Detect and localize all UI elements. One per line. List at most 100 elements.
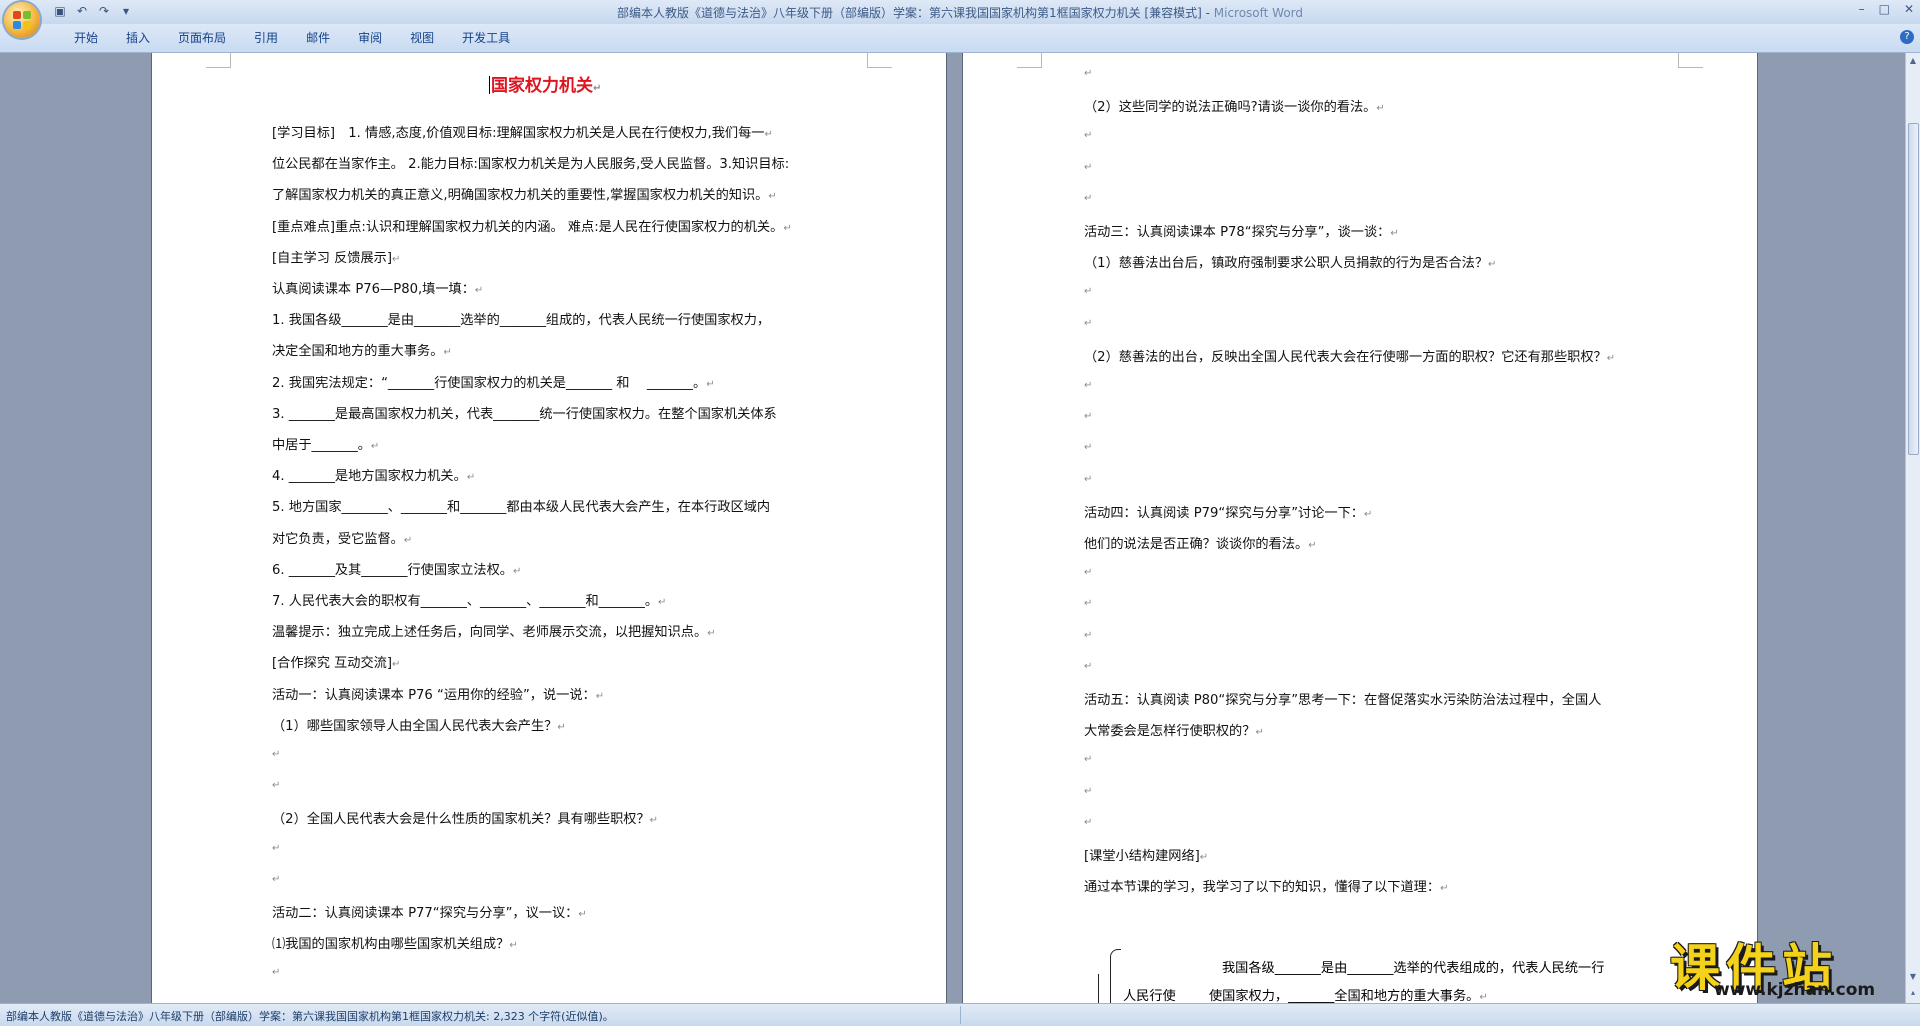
line-text: 温馨提示：独立完成上述任务后，向同学、老师展示交流，以把握知识点。 bbox=[272, 625, 708, 641]
close-icon[interactable]: ✕ bbox=[1904, 2, 1914, 16]
text-line: ↵ bbox=[1084, 658, 1092, 673]
paragraph-mark: ↵ bbox=[272, 873, 281, 885]
scroll-down-icon[interactable]: ▼ bbox=[1907, 971, 1919, 983]
paragraph-mark: ↵ bbox=[595, 690, 605, 702]
text-line: ↵ bbox=[1084, 315, 1092, 330]
document-workspace: 国家权力机关↵ [学习目标] 1. 情感,态度,价值观目标:理解国家权力机关是人… bbox=[0, 53, 1906, 1003]
text-line: ↵ bbox=[1084, 127, 1092, 142]
tab-3[interactable]: 引用 bbox=[240, 30, 292, 46]
line-text: 活动三：认真阅读课本 P78“探究与分享”，谈一谈： bbox=[1084, 225, 1391, 240]
text-line: ↵ bbox=[1084, 595, 1092, 610]
text-line: ↵ bbox=[1084, 159, 1092, 174]
line-text: 6. _______及其_______行使国家立法权。 bbox=[272, 562, 513, 578]
tab-0[interactable]: 开始 bbox=[60, 30, 112, 46]
paragraph-mark: ↵ bbox=[512, 565, 522, 577]
text-line: [重点难点]重点:认识和理解国家权力机关的内涵。 难点:是人民在行使国家权力的机… bbox=[272, 216, 792, 235]
text-line: ↵ bbox=[272, 746, 280, 761]
paragraph-mark: ↵ bbox=[1084, 286, 1093, 298]
line-text: 活动二：认真阅读课本 P77“探究与分享”，议一议： bbox=[272, 906, 579, 921]
tab-7[interactable]: 开发工具 bbox=[448, 30, 524, 46]
line-text: 了解国家权力机关的真正意义,明确国家权力机关的重要性,掌握国家权力机关的知识。 bbox=[272, 188, 769, 204]
line-text: 位公民都在当家作主。 2.能力目标:国家权力机关是为人民服务,受人民监督。3.知… bbox=[272, 157, 790, 173]
paragraph-mark: ↵ bbox=[1084, 629, 1093, 641]
watermark-logo: 课件站 www.kjzhan.com bbox=[1660, 928, 1900, 1002]
text-line: ↵ bbox=[1084, 783, 1092, 798]
text-line: 位公民都在当家作主。 2.能力目标:国家权力机关是为人民服务,受人民监督。3.知… bbox=[272, 153, 789, 172]
text-line: 他们的说法是否正确？谈谈你的看法。↵ bbox=[1084, 533, 1317, 552]
text-line: 活动一：认真阅读课本 P76 “运用你的经验”，说一说：↵ bbox=[272, 684, 604, 703]
line-text: 4. _______是地方国家权力机关。 bbox=[272, 469, 467, 485]
tab-1[interactable]: 插入 bbox=[112, 30, 164, 46]
line-text: ⑴我国的国家机构由哪些国家机关组成？ bbox=[272, 937, 510, 953]
scroll-thumb[interactable] bbox=[1908, 123, 1919, 455]
text-line: 活动五：认真阅读 P80“探究与分享”思考一下：在督促落实水污染防治法过程中，全… bbox=[1084, 689, 1601, 708]
tab-5[interactable]: 审阅 bbox=[344, 30, 396, 46]
paragraph-mark: ↵ bbox=[649, 815, 659, 827]
paragraph-mark: ↵ bbox=[1084, 473, 1093, 485]
text-line: 活动四：认真阅读 P79“探究与分享”讨论一下：↵ bbox=[1084, 502, 1372, 521]
text-line: 了解国家权力机关的真正意义,明确国家权力机关的重要性,掌握国家权力机关的知识。↵ bbox=[272, 184, 777, 203]
text-line: 1. 我国各级_______是由_______选举的_______组成的，代表人… bbox=[272, 309, 770, 328]
text-line: ↵ bbox=[1084, 751, 1092, 766]
line-text: 活动四：认真阅读 P79“探究与分享”讨论一下： bbox=[1084, 505, 1364, 521]
text-line: 4. _______是地方国家权力机关。↵ bbox=[272, 465, 475, 484]
vertical-scrollbar[interactable]: ▲ ▼ ▴ bbox=[1905, 53, 1920, 1003]
text-line: ↵ bbox=[1084, 471, 1092, 486]
text-line: ↵ bbox=[1084, 65, 1092, 80]
line-text: 5. 地方国家_______、_______和_______都由本级人民代表大会… bbox=[272, 500, 771, 516]
tab-4[interactable]: 邮件 bbox=[292, 30, 344, 46]
paragraph-mark: ↵ bbox=[272, 780, 281, 792]
help-icon[interactable]: ? bbox=[1900, 30, 1914, 44]
paragraph-mark: ↵ bbox=[593, 83, 602, 94]
paragraph-mark: ↵ bbox=[1390, 228, 1399, 239]
text-line: ↵ bbox=[1084, 283, 1092, 298]
page-2[interactable]: ↵ （2）这些同学的说法正确吗?请谈一谈你的看法。↵ ↵ ↵ ↵ 活动三：认真阅读课本 P… bbox=[963, 53, 1757, 1003]
text-line: ↵ bbox=[272, 777, 280, 792]
paragraph-mark: ↵ bbox=[764, 129, 773, 140]
summary-line-2: 使国家权力，_______全国和地方的重大事务。↵ bbox=[1209, 989, 1488, 1003]
margin-corner bbox=[206, 53, 231, 68]
line-text: （2）慈善法的出台，反映出全国人民代表大会在行使哪一方面的职权？它还有那些职权？ bbox=[1084, 349, 1607, 365]
paragraph-mark: ↵ bbox=[1084, 68, 1093, 79]
line-text: 7. 人民代表大会的职权有_______、_______、_______和___… bbox=[272, 594, 659, 609]
paragraph-mark: ↵ bbox=[707, 628, 716, 640]
text-line: 3. _______是最高国家权力机关，代表_______统一行使国家权力。在整… bbox=[272, 403, 777, 422]
text-line: ↵ bbox=[272, 840, 280, 855]
paragraph-mark: ↵ bbox=[370, 441, 380, 452]
line-text: [课堂小结构建网络] bbox=[1084, 849, 1200, 864]
window-controls: – □ ✕ bbox=[1859, 2, 1914, 16]
text-line: （2）这些同学的说法正确吗?请谈一谈你的看法。↵ bbox=[1084, 96, 1385, 115]
line-text: 活动一：认真阅读课本 P76 “运用你的经验”，说一说： bbox=[272, 687, 596, 703]
watermark-url: www.kjzhan.com bbox=[1714, 980, 1876, 1000]
scroll-up-icon[interactable]: ▲ bbox=[1907, 55, 1919, 67]
paragraph-mark: ↵ bbox=[1440, 883, 1449, 895]
text-line: 对它负责，受它监督。↵ bbox=[272, 528, 412, 547]
paragraph-mark: ↵ bbox=[1199, 852, 1209, 863]
line-text: （1）哪些国家领导人由全国人民代表大会产生？ bbox=[272, 718, 558, 734]
status-bar: 部编本人教版《道德与法治》八年级下册（部编版）学案：第六课我国国家机构第1框国家… bbox=[0, 1003, 1920, 1026]
line-text: 通过本节课的学习，我学习了以下的知识，懂得了以下道理： bbox=[1084, 880, 1441, 896]
paragraph-mark: ↵ bbox=[1084, 754, 1093, 766]
maximize-icon[interactable]: □ bbox=[1879, 2, 1890, 16]
text-line: ⑴我国的国家机构由哪些国家机关组成？↵ bbox=[272, 933, 518, 952]
office-button[interactable] bbox=[4, 2, 40, 38]
minimize-icon[interactable]: – bbox=[1859, 2, 1865, 16]
text-line: （2）慈善法的出台，反映出全国人民代表大会在行使哪一方面的职权？它还有那些职权？… bbox=[1084, 346, 1615, 365]
paragraph-mark: ↵ bbox=[1084, 598, 1093, 610]
page-1[interactable]: 国家权力机关↵ [学习目标] 1. 情感,态度,价值观目标:理解国家权力机关是人… bbox=[152, 53, 946, 1003]
text-line: （1）哪些国家领导人由全国人民代表大会产生？↵ bbox=[272, 715, 566, 734]
line-text: [学习目标] 1. 情感,态度,价值观目标:理解国家权力机关是人民在行使权力,我… bbox=[272, 126, 765, 141]
tab-2[interactable]: 页面布局 bbox=[164, 30, 240, 46]
line-text: 他们的说法是否正确？谈谈你的看法。 bbox=[1084, 537, 1309, 552]
window-title: 部编本人教版《道德与法治》八年级下册（部编版）学案：第六课我国国家机构第1框国家… bbox=[616, 6, 1304, 20]
tab-6[interactable]: 视图 bbox=[396, 30, 448, 46]
paragraph-mark: ↵ bbox=[1084, 816, 1093, 828]
prev-page-icon[interactable]: ▴ bbox=[1907, 987, 1919, 999]
paragraph-mark: ↵ bbox=[1084, 660, 1093, 672]
text-line: ↵ bbox=[1084, 408, 1092, 423]
document-title: 国家权力机关↵ bbox=[489, 76, 602, 96]
paragraph-mark: ↵ bbox=[1308, 540, 1317, 551]
paragraph-mark: ↵ bbox=[1084, 442, 1093, 454]
paragraph-mark: ↵ bbox=[768, 191, 777, 203]
text-line: 6. _______及其_______行使国家立法权。↵ bbox=[272, 559, 521, 578]
